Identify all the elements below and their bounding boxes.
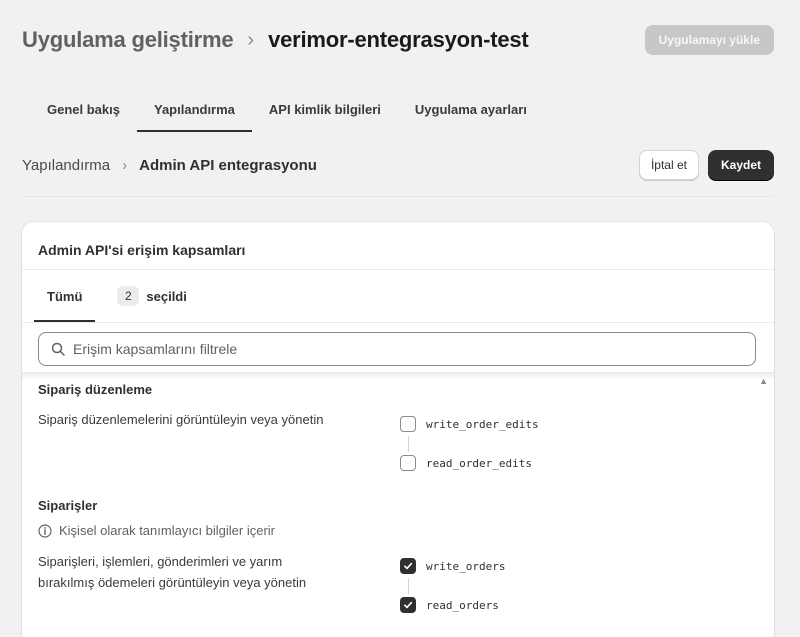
scope-connector — [408, 436, 409, 452]
scope-write-orders[interactable]: write_orders — [400, 556, 505, 576]
search-icon — [51, 342, 65, 356]
pii-note: Kişisel olarak tanımlayıcı bilgiler içer… — [38, 523, 275, 538]
checkbox-checked[interactable] — [400, 597, 416, 613]
scope-label: write_orders — [426, 559, 506, 573]
tab-configuration[interactable]: Yapılandırma — [136, 86, 252, 132]
group-description: Sipariş düzenlemelerini görüntüleyin vey… — [38, 412, 324, 427]
breadcrumb-separator: › — [122, 156, 128, 174]
scope-search[interactable] — [38, 332, 756, 366]
scope-connector — [408, 578, 409, 594]
breadcrumb-separator: › — [247, 28, 255, 51]
checkbox-checked[interactable] — [400, 558, 416, 574]
tab-overview[interactable]: Genel bakış — [30, 86, 137, 132]
scope-label: read_order_edits — [426, 456, 532, 470]
scope-filter-tabs: Tümü 2 seçildi — [34, 270, 187, 322]
tab-selected[interactable]: 2 seçildi — [95, 270, 187, 322]
group-title-order-editing: Sipariş düzenleme — [38, 382, 153, 397]
scope-write-order-edits[interactable]: write_order_edits — [400, 414, 539, 434]
group-description-line-1: Siparişleri, işlemleri, gönderimleri ve … — [38, 554, 283, 569]
group-description-line-2: bırakılmış ödemeleri görüntüleyin veya y… — [38, 575, 307, 590]
checkbox[interactable] — [400, 455, 416, 471]
install-app-button[interactable]: Uygulamayı yükle — [644, 25, 774, 55]
section-header: Yapılandırma › Admin API entegrasyonu İp… — [22, 148, 774, 182]
checkmark-icon — [403, 601, 413, 609]
section-title: Admin API entegrasyonu — [139, 156, 317, 174]
tab-all[interactable]: Tümü — [34, 270, 96, 322]
tab-selected-label: seçildi — [146, 288, 187, 304]
access-scopes-card: Admin API'si erişim kapsamları Tümü 2 se… — [22, 222, 774, 637]
card-title: Admin API'si erişim kapsamları — [38, 242, 246, 258]
pii-note-text: Kişisel olarak tanımlayıcı bilgiler içer… — [59, 523, 276, 538]
section-actions: İptal et Kaydet — [638, 150, 774, 180]
scope-label: read_orders — [426, 598, 499, 612]
scope-read-order-edits[interactable]: read_order_edits — [400, 453, 532, 473]
scope-label: write_order_edits — [426, 417, 539, 431]
page-title: verimor-entegrasyon-test — [268, 27, 529, 52]
tab-app-settings[interactable]: Uygulama ayarları — [398, 86, 544, 132]
breadcrumb-configuration[interactable]: Yapılandırma — [22, 157, 110, 174]
tab-api-credentials[interactable]: API kimlik bilgileri — [252, 86, 398, 132]
scroll-shadow — [22, 372, 774, 380]
selected-count-badge: 2 — [117, 286, 140, 306]
scope-read-orders[interactable]: read_orders — [400, 595, 499, 615]
page-header: Uygulama geliştirme › verimor-entegrasyo… — [22, 22, 774, 58]
app-tabs: Genel bakış Yapılandırma API kimlik bilg… — [30, 86, 544, 132]
info-icon — [38, 523, 52, 538]
breadcrumb-app-development[interactable]: Uygulama geliştirme — [22, 27, 234, 53]
checkmark-icon — [403, 562, 413, 570]
checkbox[interactable] — [400, 416, 416, 432]
scope-search-input[interactable] — [73, 341, 713, 357]
group-title-orders: Siparişler — [38, 498, 98, 513]
divider — [22, 322, 774, 323]
divider — [22, 196, 774, 197]
cancel-button[interactable]: İptal et — [638, 150, 699, 180]
scroll-up-icon[interactable]: ▲ — [759, 376, 768, 386]
save-button[interactable]: Kaydet — [707, 150, 774, 180]
